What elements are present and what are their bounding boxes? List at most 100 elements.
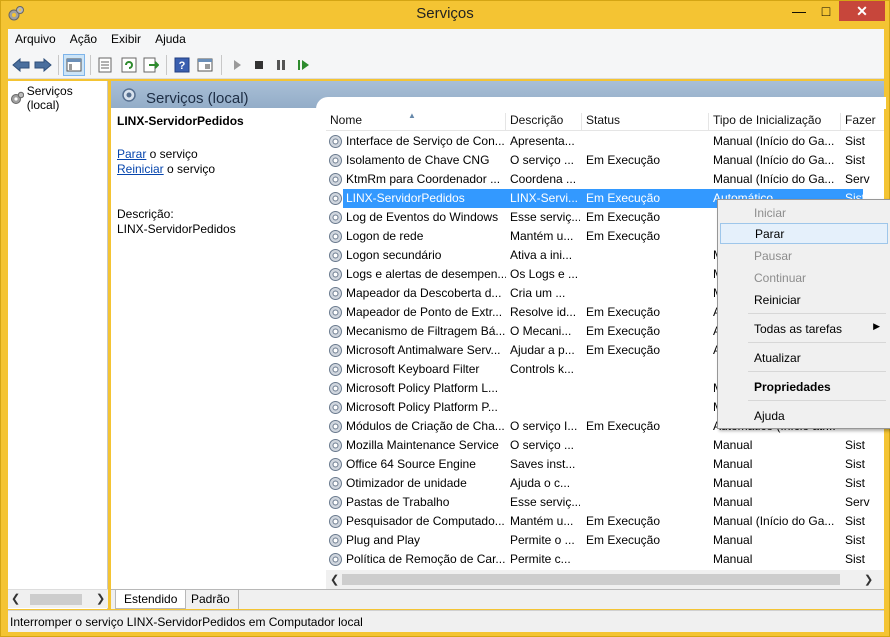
gear-icon bbox=[329, 173, 342, 186]
maximize-button[interactable]: □ bbox=[813, 1, 839, 21]
table-row[interactable]: Pastas de Trabalho Esse serviç... Manual Se… bbox=[326, 493, 884, 512]
service-startup-type: Manual bbox=[713, 495, 753, 509]
service-description: Coordena ... bbox=[510, 172, 577, 186]
menu-arquivo[interactable]: Arquivo bbox=[8, 29, 63, 50]
service-description: O serviço ... bbox=[510, 438, 575, 452]
table-row[interactable]: Office 64 Source Engine Saves inst... Manu… bbox=[326, 455, 884, 474]
gear-icon bbox=[329, 325, 342, 338]
table-row[interactable]: Pesquisador de Computado... Mantém u... Em… bbox=[326, 512, 884, 531]
service-description: LINX-Servi... bbox=[510, 191, 579, 205]
menu-item-pause[interactable]: Pausar bbox=[720, 245, 888, 266]
table-row[interactable]: Plug and Play Permite o ... Em Execução Man… bbox=[326, 531, 884, 550]
menu-item-stop[interactable]: Parar bbox=[720, 223, 888, 244]
restart-service-link[interactable]: Reiniciar bbox=[117, 162, 164, 176]
column-header-startup-type[interactable]: Tipo de Inicialização bbox=[709, 113, 841, 131]
tab-standard[interactable]: Padrão bbox=[183, 590, 239, 609]
table-row[interactable]: Política de Remoção de Car... Permite c..… bbox=[326, 550, 884, 569]
start-icon[interactable] bbox=[226, 54, 248, 76]
tab-extended[interactable]: Estendido bbox=[115, 590, 187, 609]
service-name: Mapeador da Descoberta d... bbox=[346, 286, 502, 300]
search-gear-icon bbox=[122, 88, 136, 102]
scroll-left-icon[interactable]: ❮ bbox=[11, 592, 20, 605]
refresh-icon[interactable] bbox=[118, 54, 140, 76]
restart-icon[interactable] bbox=[293, 54, 315, 76]
gear-icon bbox=[329, 553, 342, 566]
context-menu: Iniciar Parar Pausar Continuar Reiniciar… bbox=[717, 199, 890, 429]
toolbar: ? bbox=[8, 50, 884, 79]
gear-icon bbox=[329, 382, 342, 395]
service-name: Mapeador de Ponto de Extr... bbox=[346, 305, 503, 319]
service-startup-type: Manual bbox=[713, 552, 753, 566]
menu-item-resume[interactable]: Continuar bbox=[720, 267, 888, 288]
service-status: Em Execução bbox=[586, 229, 661, 243]
menu-item-help[interactable]: Ajuda bbox=[720, 405, 888, 426]
svg-text:?: ? bbox=[179, 60, 186, 72]
service-description: O serviço ... bbox=[510, 153, 575, 167]
service-status: Em Execução bbox=[586, 419, 661, 433]
menu-ajuda[interactable]: Ajuda bbox=[148, 29, 193, 50]
scroll-left-icon[interactable]: ❮ bbox=[330, 573, 339, 586]
scrollbar-thumb[interactable] bbox=[30, 594, 82, 605]
scroll-right-icon[interactable]: ❯ bbox=[864, 573, 873, 586]
description-label: Descrição: bbox=[117, 207, 174, 221]
service-startup-type: Manual (Início do Ga... bbox=[713, 153, 835, 167]
forward-arrow-icon[interactable] bbox=[32, 54, 54, 76]
pane-header: Serviços (local) bbox=[111, 81, 886, 109]
service-logon: Sist bbox=[845, 457, 866, 471]
table-row[interactable]: Isolamento de Chave CNG O serviço ... Em E… bbox=[326, 151, 884, 170]
view-tabs: Estendido Padrão bbox=[111, 589, 884, 609]
service-description: Permite o ... bbox=[510, 533, 575, 547]
service-status: Em Execução bbox=[586, 343, 661, 357]
stop-icon[interactable] bbox=[248, 54, 270, 76]
table-row[interactable]: Interface de Serviço de Con... Apresenta.… bbox=[326, 132, 884, 151]
service-name: LINX-ServidorPedidos bbox=[346, 191, 465, 205]
tree-node-services-local[interactable]: Serviços (local) bbox=[10, 84, 107, 112]
service-description: Mantém u... bbox=[510, 229, 574, 243]
service-description: Controls k... bbox=[510, 362, 575, 376]
gear-icon bbox=[329, 420, 342, 433]
export-icon[interactable] bbox=[140, 54, 162, 76]
menu-item-restart[interactable]: Reiniciar bbox=[720, 289, 888, 310]
selected-service-name: LINX-ServidorPedidos bbox=[117, 114, 244, 128]
menu-item-properties[interactable]: Propriedades bbox=[720, 376, 888, 397]
back-arrow-icon[interactable] bbox=[10, 54, 32, 76]
service-name: Microsoft Policy Platform L... bbox=[346, 381, 499, 395]
column-header-name[interactable]: ▲ Nome bbox=[326, 111, 506, 131]
service-status: Em Execução bbox=[586, 533, 661, 547]
table-row[interactable]: Mozilla Maintenance Service O serviço ...… bbox=[326, 436, 884, 455]
menu-item-start[interactable]: Iniciar bbox=[720, 202, 888, 223]
menu-item-all-tasks[interactable]: Todas as tarefas ▶ bbox=[720, 318, 888, 339]
service-description: Saves inst... bbox=[510, 457, 576, 471]
list-horizontal-scrollbar[interactable]: ❮ ❯ bbox=[326, 570, 884, 589]
help-icon[interactable]: ? bbox=[171, 54, 193, 76]
tree-horizontal-scrollbar[interactable]: ❮ ❯ bbox=[8, 589, 108, 608]
title-bar[interactable]: Serviços — □ ✕ bbox=[1, 1, 889, 28]
properties-icon[interactable] bbox=[94, 54, 116, 76]
gear-icon bbox=[329, 401, 342, 414]
gear-icon bbox=[329, 268, 342, 281]
menu-item-refresh[interactable]: Atualizar bbox=[720, 347, 888, 368]
stop-service-link[interactable]: Parar bbox=[117, 147, 146, 161]
scroll-right-icon[interactable]: ❯ bbox=[96, 592, 105, 605]
services-window: Serviços — □ ✕ Arquivo Ação Exibir Ajuda ? … bbox=[0, 0, 890, 637]
show-tree-icon[interactable] bbox=[63, 54, 85, 76]
menu-acao[interactable]: Ação bbox=[63, 29, 104, 50]
console-icon[interactable] bbox=[194, 54, 216, 76]
column-header-description[interactable]: Descrição bbox=[506, 113, 582, 131]
service-name: Log de Eventos do Windows bbox=[346, 210, 499, 224]
table-row[interactable]: KtmRm para Coordenador ... Coordena ... Ma… bbox=[326, 170, 884, 189]
pane-title: Serviços (local) bbox=[146, 90, 249, 107]
service-name: Interface de Serviço de Con... bbox=[346, 134, 505, 148]
column-header-status[interactable]: Status bbox=[582, 113, 709, 131]
service-description: Esse serviç... bbox=[510, 495, 580, 509]
close-button[interactable]: ✕ bbox=[839, 1, 885, 21]
column-header-logon[interactable]: Fazer bbox=[841, 113, 884, 131]
menu-exibir[interactable]: Exibir bbox=[104, 29, 148, 50]
menu-bar: Arquivo Ação Exibir Ajuda bbox=[8, 29, 884, 50]
scrollbar-thumb[interactable] bbox=[342, 574, 840, 585]
service-name: Módulos de Criação de Cha... bbox=[346, 419, 505, 433]
pause-icon[interactable] bbox=[270, 54, 292, 76]
service-status: Em Execução bbox=[586, 324, 661, 338]
minimize-button[interactable]: — bbox=[785, 1, 813, 21]
table-row[interactable]: Otimizador de unidade Ajuda o c... Manual S… bbox=[326, 474, 884, 493]
